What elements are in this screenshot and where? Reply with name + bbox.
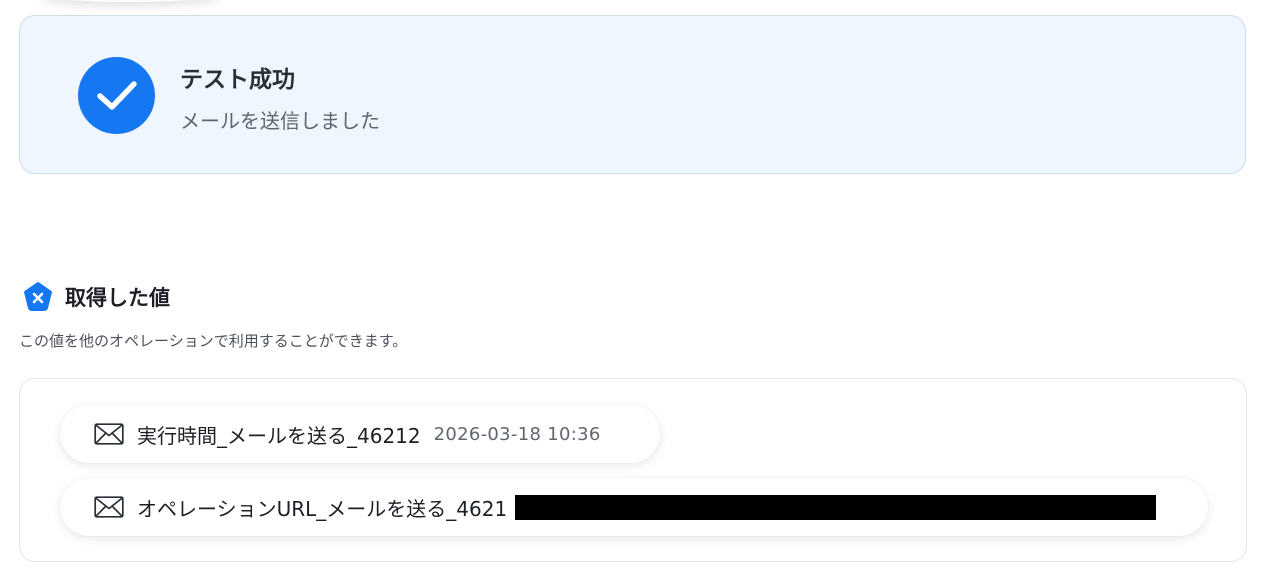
page: テスト成功 メールを送信しました 取得した値 この値を他のオペレーションで利用す… [0,0,1262,568]
retrieved-values-header: 取得した値 [22,281,170,313]
success-title: テスト成功 [180,67,295,93]
retrieved-values-description: この値を他のオペレーションで利用することができます。 [19,332,408,350]
value-chip-operation-url[interactable]: オペレーションURL_メールを送る_4621 [60,478,1208,536]
value-chip-execution-time[interactable]: 実行時間_メールを送る_46212 2026-03-18 10:36 [60,405,660,463]
value-label: オペレーションURL_メールを送る_4621 [137,496,508,521]
mail-icon [94,496,124,518]
pentagon-x-icon [24,282,52,311]
redacted-value [515,494,1157,520]
value-label: 実行時間_メールを送る_46212 [137,423,421,448]
mail-icon [94,423,124,445]
success-message: メールを送信しました [180,109,380,133]
previous-element-shadow [40,0,220,2]
test-success-card: テスト成功 メールを送信しました [19,15,1246,174]
retrieved-values-title: 取得した値 [65,286,170,310]
value-text: 2026-03-18 10:36 [433,423,601,445]
check-icon [78,57,155,134]
